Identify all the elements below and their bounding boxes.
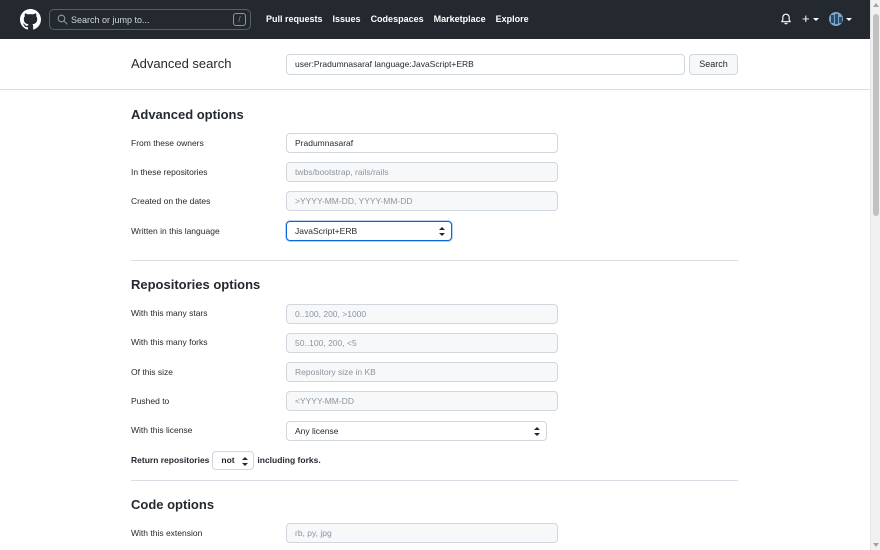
primary-nav: Pull requests Issues Codespaces Marketpl… bbox=[266, 14, 539, 24]
scrollbar-thumb[interactable] bbox=[873, 14, 879, 216]
pushed-input[interactable]: <YYYY-MM-DD bbox=[286, 391, 558, 411]
nav-pull-requests[interactable]: Pull requests bbox=[266, 14, 323, 24]
forks-inclusion-select[interactable]: not bbox=[212, 450, 255, 470]
return-suffix-text: including forks. bbox=[257, 455, 321, 465]
owners-label: From these owners bbox=[131, 138, 204, 148]
size-label: Of this size bbox=[131, 367, 174, 377]
scroll-up-icon[interactable] bbox=[873, 3, 879, 7]
select-arrows-icon bbox=[439, 227, 445, 236]
language-label: Written in this language bbox=[131, 226, 220, 236]
select-arrows-icon bbox=[242, 456, 249, 466]
stars-label: With this many stars bbox=[131, 308, 208, 318]
global-search-input[interactable]: Search or jump to... / bbox=[49, 9, 251, 30]
license-select[interactable]: Any license bbox=[286, 421, 547, 441]
search-icon bbox=[57, 14, 68, 25]
owners-input[interactable]: Pradumnasaraf bbox=[286, 133, 558, 153]
repositories-input[interactable]: twbs/bootstrap, rails/rails bbox=[286, 162, 558, 182]
select-arrows-icon bbox=[534, 427, 540, 436]
forks-input[interactable]: 50..100, 200, <5 bbox=[286, 333, 558, 353]
chevron-down-icon bbox=[845, 17, 852, 21]
return-repositories-row: Return repositories not including forks. bbox=[131, 450, 321, 470]
create-new-menu[interactable]: + bbox=[802, 11, 819, 26]
extension-label: With this extension bbox=[131, 528, 203, 538]
forks-inclusion-value: not bbox=[221, 454, 235, 465]
page-title: Advanced search bbox=[131, 56, 232, 71]
advanced-options-heading: Advanced options bbox=[131, 107, 244, 122]
forks-label: With this many forks bbox=[131, 337, 208, 347]
created-dates-input[interactable]: >YYYY-MM-DD, YYYY-MM-DD bbox=[286, 191, 558, 211]
nav-marketplace[interactable]: Marketplace bbox=[434, 14, 486, 24]
language-select-value: JavaScript+ERB bbox=[295, 226, 358, 236]
nav-issues[interactable]: Issues bbox=[333, 14, 361, 24]
extension-input[interactable]: rb, py, jpg bbox=[286, 523, 558, 543]
section-divider bbox=[131, 480, 738, 481]
global-header: Search or jump to... / Pull requests Iss… bbox=[0, 0, 870, 39]
bell-icon[interactable] bbox=[780, 13, 792, 25]
user-menu[interactable] bbox=[828, 12, 852, 26]
search-button[interactable]: Search bbox=[689, 54, 738, 75]
pushed-label: Pushed to bbox=[131, 396, 170, 406]
stars-input[interactable]: 0..100, 200, >1000 bbox=[286, 304, 558, 324]
section-divider bbox=[131, 260, 738, 261]
return-prefix-text: Return repositories bbox=[131, 455, 210, 465]
repositories-label: In these repositories bbox=[131, 167, 208, 177]
created-dates-label: Created on the dates bbox=[131, 196, 211, 206]
license-select-value: Any license bbox=[295, 426, 339, 436]
chevron-down-icon bbox=[812, 17, 819, 21]
scroll-down-icon[interactable] bbox=[873, 543, 879, 547]
advanced-search-query-input[interactable]: user:Pradumnasaraf language:JavaScript+E… bbox=[286, 54, 685, 75]
slash-shortcut-key: / bbox=[233, 13, 246, 26]
size-input[interactable]: Repository size in KB bbox=[286, 362, 558, 382]
language-select[interactable]: JavaScript+ERB bbox=[286, 221, 452, 241]
license-label: With this license bbox=[131, 425, 193, 435]
advanced-search-bar: Advanced search user:Pradumnasaraf langu… bbox=[0, 39, 870, 90]
avatar bbox=[828, 12, 843, 26]
nav-explore[interactable]: Explore bbox=[496, 14, 529, 24]
repositories-options-heading: Repositories options bbox=[131, 277, 261, 292]
nav-codespaces[interactable]: Codespaces bbox=[371, 14, 424, 24]
global-search-placeholder: Search or jump to... bbox=[71, 15, 150, 25]
github-logo-icon[interactable] bbox=[20, 9, 41, 30]
header-actions: + bbox=[780, 11, 852, 27]
page-scrollbar[interactable] bbox=[870, 0, 880, 550]
plus-icon: + bbox=[802, 11, 810, 26]
code-options-heading: Code options bbox=[131, 497, 215, 512]
